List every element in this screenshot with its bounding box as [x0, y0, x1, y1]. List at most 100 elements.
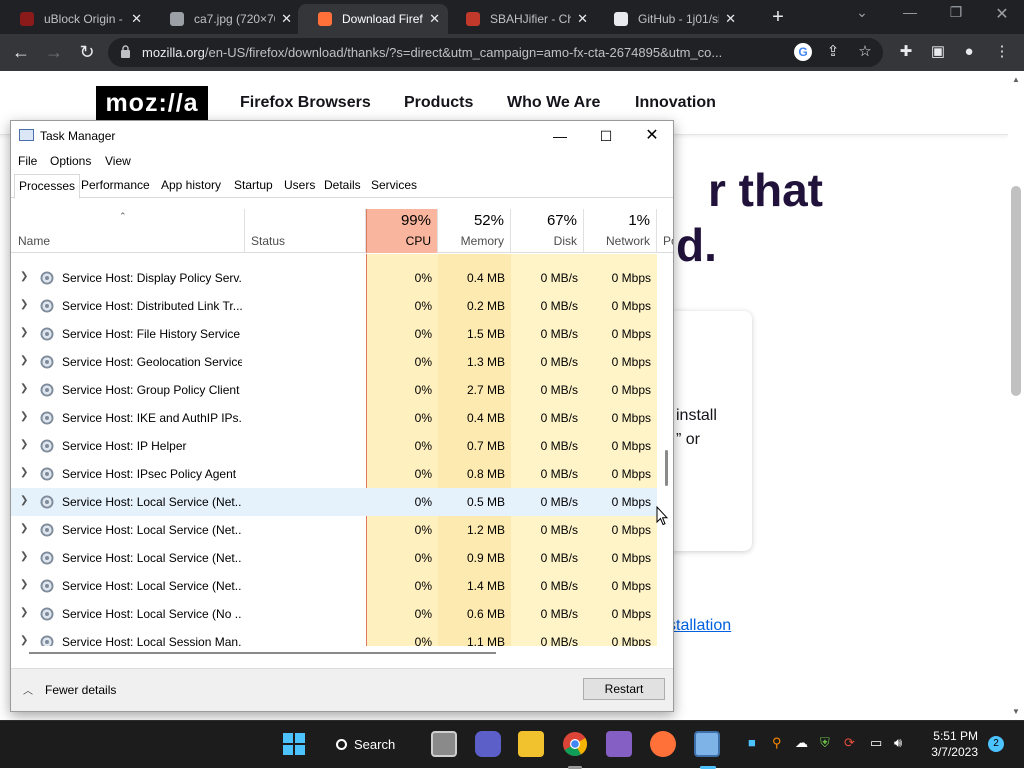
minimize-button[interactable]: —	[537, 125, 583, 147]
nav-products[interactable]: Products	[404, 94, 473, 112]
tray-cloud-icon[interactable]: ☁	[795, 735, 808, 751]
google-lens-icon[interactable]: G	[794, 43, 812, 61]
tab-app-history[interactable]: App history	[161, 178, 221, 192]
browser-close-button[interactable]: ✕	[982, 4, 1022, 24]
tab-close-icon[interactable]: ✕	[577, 11, 588, 27]
process-row[interactable]: ❯ Service Host: Local Service (Net... 0% 0.…	[11, 488, 657, 516]
expand-chevron-icon[interactable]: ❯	[20, 579, 28, 590]
process-row[interactable]: ❯ Service Host: IKE and AuthIP IPs... 0% 0.…	[11, 404, 657, 432]
task-manager-taskbar-icon[interactable]	[694, 731, 720, 757]
process-row[interactable]: ❯ Service Host: Local Service (Net... 0% 0.…	[11, 544, 657, 572]
back-arrow-icon[interactable]: ←	[10, 42, 32, 63]
installation-help-link[interactable]: stallation	[668, 617, 731, 635]
process-row[interactable]: ❯ Service Host: IP Helper 0% 0.7 MB 0 MB/s 0 …	[11, 432, 657, 460]
task-manager-titlebar[interactable]: Task Manager — ☐ ✕	[11, 121, 673, 151]
browser-tab[interactable]: ca7.jpg (720×70 ✕	[150, 4, 300, 34]
tab-search-icon[interactable]: ⌄	[842, 4, 882, 21]
browser-tab[interactable]: Download Firefo ✕	[298, 4, 448, 34]
menu-view[interactable]: View	[105, 154, 131, 168]
network-icon[interactable]: ▭	[870, 735, 882, 751]
process-row[interactable]: ❯ Service Host: Distributed Link Tr... 0% 0…	[11, 292, 657, 320]
restart-button[interactable]: Restart	[583, 678, 665, 700]
process-row[interactable]: ❯ Service Host: Display Policy Serv... 0% 0…	[11, 264, 657, 292]
expand-chevron-icon[interactable]: ❯	[20, 327, 28, 338]
nav-firefox-browsers[interactable]: Firefox Browsers	[240, 94, 371, 112]
process-row[interactable]: ❯ Service Host: Local Session Man... 0% 1.1…	[11, 628, 657, 646]
horizontal-scrollbar[interactable]	[11, 647, 673, 659]
close-button[interactable]: ✕	[629, 125, 673, 147]
volume-icon[interactable]: 🔊︎	[894, 735, 902, 751]
process-list-scrollbar[interactable]	[657, 254, 673, 646]
expand-chevron-icon[interactable]: ❯	[20, 383, 28, 394]
reload-icon[interactable]: ↻	[76, 42, 98, 63]
browser-maximize-button[interactable]: ❐	[936, 4, 976, 21]
process-row[interactable]: ❯ Service Host: Local Service (Net... 0% 1.…	[11, 516, 657, 544]
taskbar-search-button[interactable]: Search	[336, 733, 406, 757]
process-row[interactable]: ❯ Service Host: Group Policy Client 0% 2.7 …	[11, 376, 657, 404]
tab-users[interactable]: Users	[284, 178, 315, 192]
expand-chevron-icon[interactable]: ❯	[20, 635, 28, 646]
new-tab-button[interactable]: +	[768, 6, 788, 29]
browser-tab[interactable]: GitHub - 1j01/sb ✕	[594, 4, 744, 34]
tab-close-icon[interactable]: ✕	[131, 11, 142, 27]
tray-sync-icon[interactable]: ⟳	[844, 735, 855, 751]
windows-start-icon[interactable]	[281, 731, 307, 757]
notification-badge[interactable]: 2	[988, 736, 1004, 752]
column-header-memory[interactable]: 52% Memory	[438, 209, 511, 253]
bookmark-star-icon[interactable]: ☆	[856, 43, 874, 61]
expand-chevron-icon[interactable]: ❯	[20, 467, 28, 478]
file-explorer-icon[interactable]	[518, 731, 544, 757]
tab-performance[interactable]: Performance	[81, 178, 150, 192]
tab-processes[interactable]: Processes	[14, 174, 81, 199]
expand-chevron-icon[interactable]: ❯	[20, 495, 28, 506]
process-row[interactable]: ❯ Service Host: Local Service (No ... 0% 0.…	[11, 600, 657, 628]
taskbar-clock[interactable]: 5:51 PM 3/7/2023	[926, 728, 978, 760]
expand-chevron-icon[interactable]: ❯	[20, 355, 28, 366]
browser-minimize-button[interactable]: —	[890, 4, 930, 20]
expand-chevron-icon[interactable]: ❯	[20, 607, 28, 618]
column-header-status[interactable]: Status	[245, 209, 366, 253]
mozilla-logo[interactable]: moz://a	[96, 86, 208, 120]
visual-studio-icon[interactable]	[606, 731, 632, 757]
task-view-icon[interactable]	[431, 731, 457, 757]
process-row[interactable]: ❯ Service Host: Geolocation Service 0% 1.3 …	[11, 348, 657, 376]
expand-chevron-icon[interactable]: ❯	[20, 439, 28, 450]
process-row[interactable]: ❯ Service Host: File History Service 0% 1.5…	[11, 320, 657, 348]
horizontal-scrollbar-thumb[interactable]	[29, 652, 496, 654]
forward-arrow-icon[interactable]: →	[43, 42, 65, 63]
column-header-network[interactable]: 1% Network	[584, 209, 657, 253]
tray-search-icon[interactable]: ⚲	[772, 735, 782, 751]
menu-options[interactable]: Options	[50, 154, 91, 168]
fewer-details-button[interactable]: ︿ Fewer details	[23, 682, 116, 697]
column-header-disk[interactable]: 67% Disk	[511, 209, 584, 253]
tab-services[interactable]: Services	[371, 178, 417, 192]
browser-tab[interactable]: SBAHJifier - Chr ✕	[446, 4, 596, 34]
column-header-cpu[interactable]: 99% CPU	[366, 209, 438, 253]
tab-close-icon[interactable]: ✕	[281, 11, 292, 27]
page-scrollbar[interactable]: ▲ ▼	[1008, 71, 1024, 719]
page-scrollbar-thumb[interactable]	[1011, 186, 1021, 396]
expand-chevron-icon[interactable]: ❯	[20, 299, 28, 310]
maximize-button[interactable]: ☐	[583, 125, 629, 147]
expand-chevron-icon[interactable]: ❯	[20, 551, 28, 562]
chrome-icon[interactable]	[562, 731, 588, 757]
tab-details[interactable]: Details	[324, 178, 361, 192]
expand-chevron-icon[interactable]: ❯	[20, 411, 28, 422]
column-header-name[interactable]: ⌃ Name	[11, 209, 245, 253]
tray-shield-icon[interactable]: ⛨	[820, 735, 830, 751]
vertical-scrollbar-thumb[interactable]	[665, 450, 668, 486]
expand-chevron-icon[interactable]: ❯	[20, 271, 28, 282]
teams-chat-icon[interactable]	[475, 731, 501, 757]
tab-close-icon[interactable]: ✕	[429, 11, 440, 27]
side-panel-icon[interactable]: ▣	[929, 43, 947, 61]
firefox-icon[interactable]	[650, 731, 676, 757]
extensions-puzzle-icon[interactable]: ✚	[897, 43, 915, 61]
menu-file[interactable]: File	[18, 154, 37, 168]
browser-tab[interactable]: uBlock Origin - F ✕	[0, 4, 150, 34]
tab-startup[interactable]: Startup	[234, 178, 273, 192]
column-header-power[interactable]: Po	[657, 209, 673, 253]
process-row[interactable]: ❯ Service Host: Local Service (Net... 0% 1.…	[11, 572, 657, 600]
process-row[interactable]: ❯ Service Host: IPsec Policy Agent 0% 0.8 M…	[11, 460, 657, 488]
nav-innovation[interactable]: Innovation	[635, 94, 716, 112]
chrome-menu-icon[interactable]: ⋮	[993, 43, 1011, 61]
